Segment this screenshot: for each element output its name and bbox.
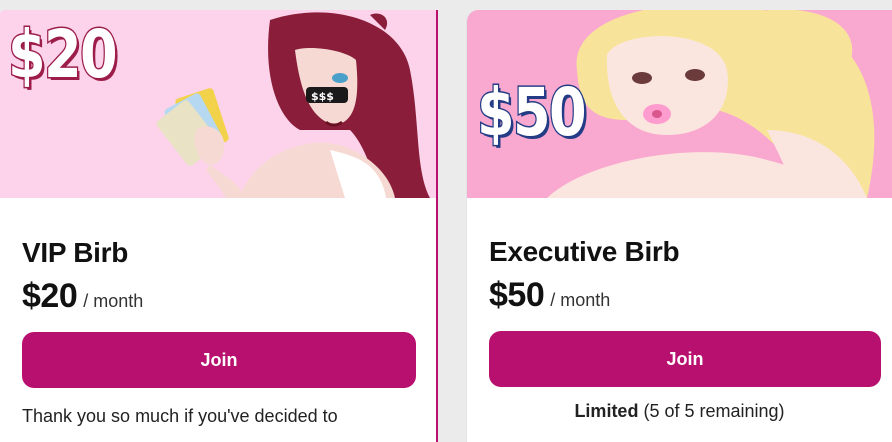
tier-name: Executive Birb (489, 236, 680, 267)
banner-price-executive: $50 (476, 73, 588, 153)
price-amount: $20 (22, 277, 78, 315)
banner-price-vip: $20 (7, 15, 119, 95)
join-button-vip[interactable]: Join (22, 332, 416, 388)
price-row: $20 / month (22, 277, 414, 316)
limited-label: Limited (574, 401, 639, 421)
tier-body-executive: Executive Birb $50 / month Join Limited … (467, 236, 892, 422)
price-amount: $50 (489, 276, 545, 314)
limited-availability: Limited (5 of 5 remaining) (489, 401, 870, 422)
join-button-executive[interactable]: Join (489, 331, 881, 387)
tier-body-vip: VIP Birb $20 / month Join Thank you so m… (0, 237, 436, 428)
tier-banner-vip: $$$ $20 (0, 10, 436, 198)
price-period: / month (550, 290, 611, 310)
price-period: / month (83, 291, 144, 311)
tier-description: Thank you so much if you've decided to (22, 406, 338, 426)
svg-text:$$$: $$$ (311, 90, 334, 103)
tier-card-executive: $50 Executive Birb $50 / month Join Limi… (466, 10, 892, 442)
tier-list: $$$ $20 VIP Birb $20 / month Join Thank … (0, 0, 892, 442)
limited-detail: (5 of 5 remaining) (643, 401, 785, 421)
price-row: $50 / month (489, 276, 870, 315)
tier-name: VIP Birb (22, 237, 129, 268)
tier-banner-executive: $50 (467, 10, 892, 198)
tier-card-vip: $$$ $20 VIP Birb $20 / month Join Thank … (0, 10, 438, 442)
